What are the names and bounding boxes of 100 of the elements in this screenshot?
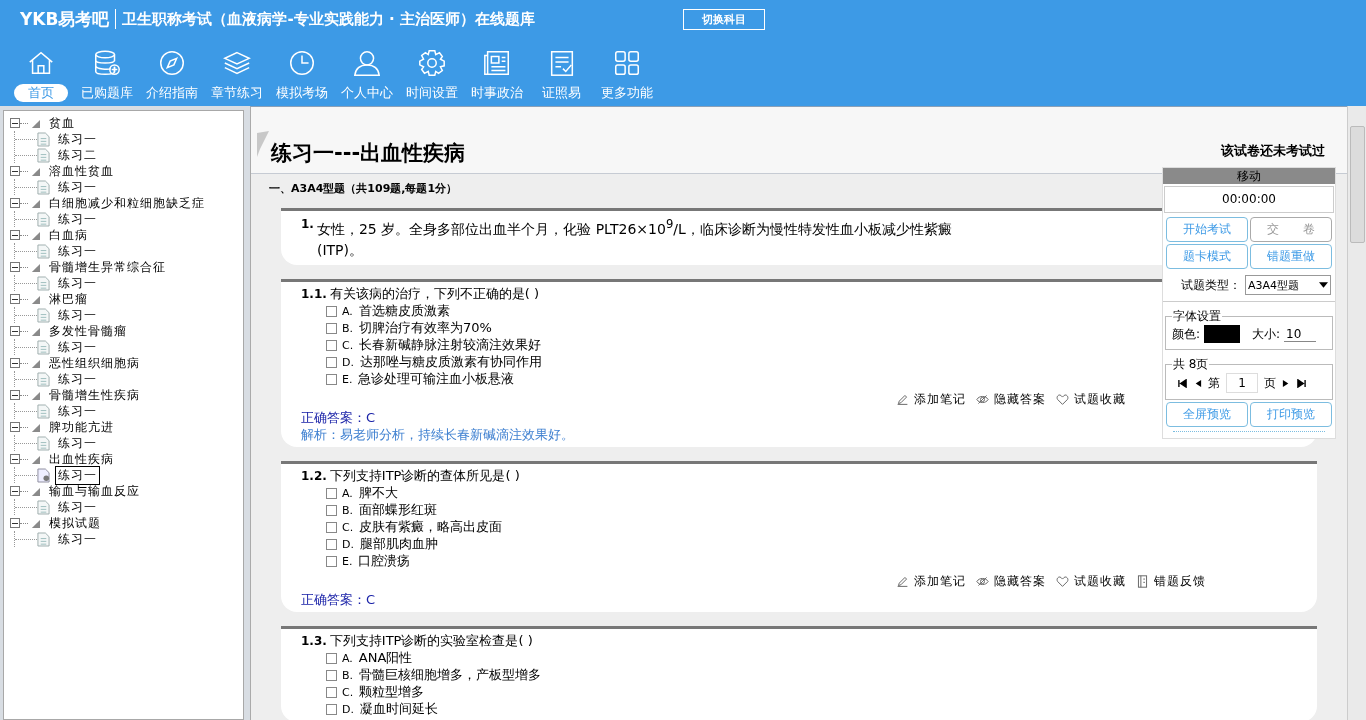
document-icon [37, 435, 50, 451]
option-text: 口腔溃疡 [358, 552, 411, 571]
tree-exercise[interactable]: 练习一 [55, 273, 100, 293]
tree-exercise[interactable]: 练习一 [55, 241, 100, 261]
collapse-icon[interactable] [10, 454, 20, 464]
tree-exercise[interactable]: 练习一 [55, 209, 100, 229]
question-text: 下列支持ITP诊断的查体所见是( ) [329, 467, 520, 483]
option-letter: B. [342, 668, 354, 682]
last-page-icon[interactable] [1297, 378, 1306, 388]
tree-exercise[interactable]: 练习一 [55, 337, 100, 357]
collapse-icon[interactable] [10, 422, 20, 432]
action-link[interactable]: 隐藏答案 [994, 391, 1046, 409]
pencil-icon[interactable] [896, 575, 909, 589]
section-heading: 一、A3A4型题（共109题,每题1分） [269, 182, 458, 195]
option-checkbox[interactable] [326, 305, 337, 317]
previous-page-icon[interactable] [1193, 378, 1202, 388]
triangle-icon [31, 230, 40, 240]
collapse-icon[interactable] [10, 262, 20, 272]
collapse-icon[interactable] [10, 198, 20, 208]
collapse-icon[interactable] [10, 230, 20, 240]
action-link[interactable]: 错题反馈 [1154, 573, 1206, 591]
color-swatch[interactable] [1204, 325, 1241, 343]
tree-chapter[interactable]: 脾功能亢进 [49, 418, 114, 436]
app-title: 卫生职称考试（血液病学-专业实践能力 · 主治医师）在线题库 [122, 9, 535, 29]
tree-chapter[interactable]: 溶血性贫血 [49, 162, 114, 180]
option-checkbox[interactable] [326, 521, 337, 533]
option-checkbox[interactable] [326, 356, 337, 368]
option-checkbox[interactable] [326, 652, 337, 664]
action-link[interactable]: 试题收藏 [1074, 573, 1126, 591]
option-checkbox[interactable] [326, 669, 337, 681]
option-letter: A. [342, 486, 353, 500]
triangle-icon [31, 358, 40, 368]
option-text: 急诊处理可输注血小板悬液 [358, 370, 515, 389]
tree-chapter[interactable]: 淋巴瘤 [49, 290, 88, 308]
tree-chapter[interactable]: 贫血 [49, 114, 75, 132]
size-label: 大小: [1252, 325, 1281, 343]
option-checkbox[interactable] [326, 538, 337, 550]
tree-exercise[interactable]: 练习一 [55, 369, 100, 389]
document-icon [37, 307, 50, 323]
exam-status: 该试卷还未考试过 [1221, 142, 1325, 160]
panel-move-bar[interactable]: 移动 [1163, 168, 1335, 184]
caret-icon[interactable] [1319, 282, 1328, 288]
tree-chapter[interactable]: 骨髓增生异常综合征 [49, 258, 166, 276]
heart-icon[interactable] [1056, 575, 1069, 589]
first-page-icon[interactable] [1178, 378, 1187, 388]
option-checkbox[interactable] [326, 373, 337, 385]
tree-chapter[interactable]: 白细胞减少和粒细胞缺乏症 [49, 194, 205, 212]
tree-chapter[interactable]: 白血病 [49, 226, 88, 244]
tree-exercise[interactable]: 练习一 [55, 465, 100, 485]
newspaper-icon[interactable] [481, 48, 512, 78]
collapse-icon[interactable] [10, 518, 20, 528]
heart-icon[interactable] [1056, 393, 1069, 407]
option-checkbox[interactable] [326, 555, 337, 567]
tree-chapter[interactable]: 出血性疾病 [49, 450, 114, 468]
tree-exercise[interactable]: 练习一 [55, 433, 100, 453]
collapse-icon[interactable] [10, 118, 20, 128]
type-select[interactable]: A3A4型题 [1245, 275, 1331, 295]
option-checkbox[interactable] [326, 322, 337, 334]
scrollbar[interactable] [1347, 106, 1366, 720]
tree-chapter[interactable]: 多发性骨髓瘤 [49, 322, 127, 340]
option-letter: E. [342, 372, 353, 386]
option-checkbox[interactable] [326, 487, 337, 499]
collapse-icon[interactable] [10, 326, 20, 336]
option-letter: B. [342, 321, 354, 335]
page-field[interactable]: 1 [1226, 373, 1258, 393]
option-checkbox[interactable] [326, 686, 337, 698]
option-checkbox[interactable] [326, 339, 337, 351]
tree-exercise[interactable]: 练习一 [55, 529, 100, 549]
next-page-icon[interactable] [1282, 378, 1291, 388]
person-icon[interactable] [351, 48, 382, 78]
tree-exercise[interactable]: 练习一 [55, 401, 100, 421]
action-link[interactable]: 添加笔记 [914, 391, 966, 409]
triangle-icon [31, 326, 40, 336]
tree-exercise[interactable]: 练习一 [55, 497, 100, 517]
option-letter: A. [342, 651, 353, 665]
tree-chapter[interactable]: 输血与输血反应 [49, 482, 140, 500]
option-letter: B. [342, 503, 354, 517]
eye-icon[interactable] [976, 575, 989, 589]
settings-icon[interactable] [416, 48, 447, 78]
option-checkbox[interactable] [326, 703, 337, 715]
tree-exercise[interactable]: 练习一 [55, 305, 100, 325]
question-number: 1.1. [301, 286, 327, 301]
notebook-icon[interactable] [1136, 575, 1149, 589]
tree-chapter[interactable]: 骨髓增生性疾病 [49, 386, 140, 404]
tree-chapter[interactable]: 模拟试题 [49, 514, 101, 532]
collapse-icon[interactable] [10, 390, 20, 400]
size-field[interactable]: 10 [1284, 326, 1317, 342]
option-checkbox[interactable] [326, 504, 337, 516]
option-text: ANA阳性 [358, 649, 413, 668]
action-link[interactable]: 添加笔记 [914, 573, 966, 591]
collapse-icon[interactable] [10, 166, 20, 176]
action-link[interactable]: 试题收藏 [1074, 391, 1126, 409]
eye-icon[interactable] [976, 393, 989, 407]
collapse-icon[interactable] [10, 486, 20, 496]
collapse-icon[interactable] [10, 294, 20, 304]
action-link[interactable]: 隐藏答案 [994, 573, 1046, 591]
tree-chapter[interactable]: 恶性组织细胞病 [49, 354, 140, 372]
collapse-icon[interactable] [10, 358, 20, 368]
tree-exercise[interactable]: 练习一 [55, 177, 100, 197]
pencil-icon[interactable] [896, 393, 909, 407]
